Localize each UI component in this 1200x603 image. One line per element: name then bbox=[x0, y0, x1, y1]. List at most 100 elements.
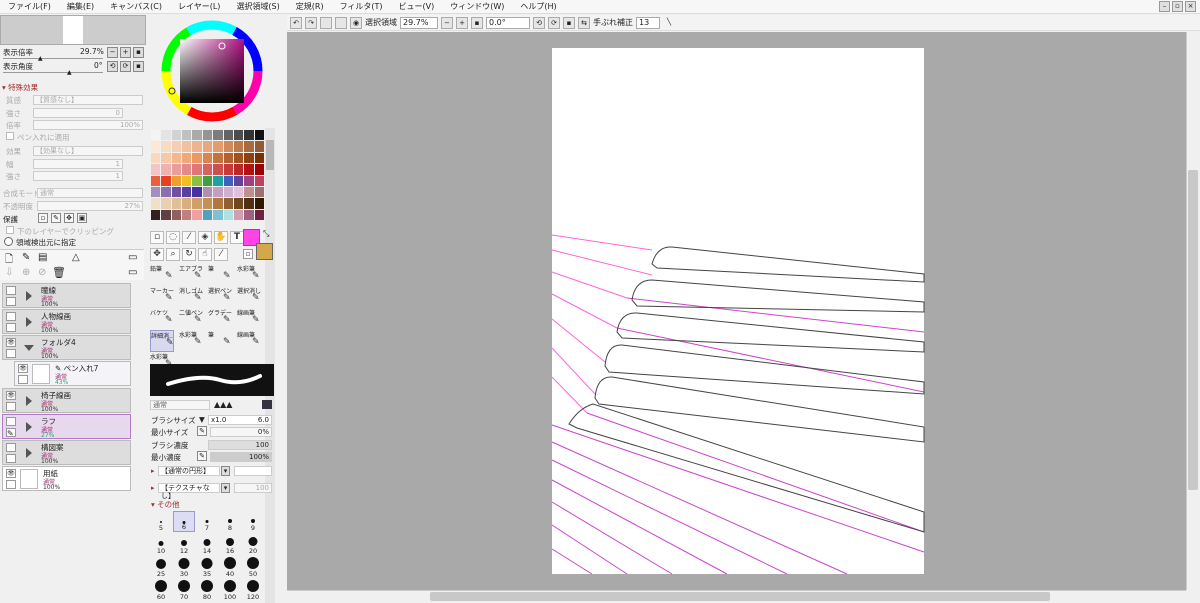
swatch-cell[interactable] bbox=[223, 130, 233, 141]
canvas-drawing[interactable] bbox=[287, 32, 1186, 590]
swatch-cell[interactable] bbox=[244, 130, 254, 141]
opacity-field[interactable]: 27% bbox=[37, 201, 143, 211]
nav-zoom-out-button[interactable]: − bbox=[107, 47, 118, 58]
swatch-cell[interactable] bbox=[254, 130, 264, 141]
strength2-field[interactable]: 1 bbox=[33, 171, 123, 181]
size-preset[interactable]: 120 bbox=[242, 580, 264, 601]
size-preset[interactable]: 50 bbox=[242, 557, 264, 578]
brush-cell[interactable]: バケツ ✎ bbox=[150, 308, 174, 330]
swatch-cell[interactable] bbox=[233, 141, 244, 152]
menu-canvas[interactable]: キャンバス(C) bbox=[102, 1, 170, 12]
swatch-cell[interactable] bbox=[192, 164, 202, 175]
transfer-down-icon[interactable]: ⇩ bbox=[5, 267, 13, 278]
swatch-cell[interactable] bbox=[182, 152, 192, 164]
brush-cell[interactable]: 鉛筆 ✎ bbox=[150, 264, 174, 286]
brush-cell[interactable]: 線画筆 ✎ bbox=[237, 330, 261, 352]
layer-lock-toggle[interactable] bbox=[6, 349, 16, 358]
swatch-cell[interactable] bbox=[254, 198, 264, 209]
brush-cell[interactable]: 二値ペン ✎ bbox=[179, 308, 203, 330]
swatch-cell[interactable] bbox=[182, 164, 192, 175]
rotate-right-button[interactable]: ⟳ bbox=[548, 16, 560, 29]
delete-layer-icon[interactable]: 🗑 bbox=[52, 266, 66, 279]
swatch-cell[interactable] bbox=[182, 198, 192, 209]
size-preset[interactable]: 8 bbox=[219, 511, 241, 532]
swatch-cell[interactable] bbox=[171, 152, 182, 164]
nav-zoom-in-button[interactable]: + bbox=[120, 47, 131, 58]
canvas-area[interactable] bbox=[287, 32, 1186, 590]
zoom-slider-handle[interactable]: ▲ bbox=[38, 55, 43, 62]
folder-collapsed-icon[interactable] bbox=[26, 317, 32, 327]
color-wheel[interactable] bbox=[160, 19, 264, 123]
nav-zoom-reset-button[interactable]: ▪ bbox=[133, 47, 144, 58]
size-preset[interactable]: 35 bbox=[196, 557, 218, 578]
size-preset[interactable]: 9 bbox=[242, 511, 264, 532]
visibility-toggle[interactable] bbox=[6, 417, 16, 426]
folder-collapsed-icon[interactable] bbox=[26, 396, 32, 406]
transparent-color-icon[interactable]: ▫ bbox=[243, 249, 253, 259]
brush-texture-strength[interactable]: 100 bbox=[234, 483, 272, 493]
brush-cell[interactable]: 水彩筆✎ bbox=[179, 330, 203, 352]
swatch-cell[interactable] bbox=[182, 175, 192, 186]
swatch-cell[interactable] bbox=[202, 152, 213, 164]
move-icon[interactable]: ✥ bbox=[150, 248, 164, 261]
swatch-cell[interactable] bbox=[161, 164, 171, 175]
size-preset[interactable]: 7 bbox=[196, 511, 218, 532]
min-density-link-icon[interactable]: ✎ bbox=[197, 451, 207, 461]
background-color[interactable] bbox=[256, 243, 273, 260]
detect-radio[interactable] bbox=[4, 237, 13, 246]
new-folder-icon[interactable]: ▤ bbox=[38, 252, 47, 263]
angle-field[interactable]: 0.0° bbox=[486, 16, 530, 29]
swatch-cell[interactable] bbox=[213, 175, 223, 186]
swatch-cell[interactable] bbox=[182, 130, 192, 141]
swatch-cell[interactable] bbox=[233, 152, 244, 164]
navigator[interactable] bbox=[0, 15, 146, 45]
invert-selection-icon[interactable] bbox=[335, 16, 347, 29]
brush-size-dropdown-icon[interactable]: ▼ bbox=[199, 415, 205, 424]
size-preset[interactable]: 30 bbox=[173, 557, 195, 578]
menu-ruler[interactable]: 定規(R) bbox=[288, 1, 332, 12]
zoom-reset-button[interactable]: ▪ bbox=[471, 16, 483, 29]
merge-down-icon[interactable]: ⊕ bbox=[22, 267, 30, 278]
flip-horizontal-icon[interactable]: ⇆ bbox=[578, 16, 590, 29]
nav-rotate-reset-button[interactable]: ▪ bbox=[133, 61, 144, 72]
swatch-cell[interactable] bbox=[171, 164, 182, 175]
swatch-cell[interactable] bbox=[202, 209, 213, 220]
layer-lock-toggle[interactable] bbox=[6, 402, 16, 411]
swatch-cell[interactable] bbox=[182, 141, 192, 152]
horizontal-scroll-thumb[interactable] bbox=[430, 592, 1050, 601]
protect-paint-icon[interactable]: ✎ bbox=[51, 213, 61, 223]
brush-cell[interactable]: エアブラシ✎ bbox=[179, 264, 203, 286]
menu-selection[interactable]: 選択領域(S) bbox=[228, 1, 287, 12]
swatch-cell[interactable] bbox=[192, 198, 202, 209]
protect-move-icon[interactable]: ✥ bbox=[64, 213, 74, 223]
brush-cell[interactable]: 筆 ✎ bbox=[208, 264, 232, 286]
brush-cell[interactable]: 水彩筆✎ bbox=[237, 264, 261, 286]
swatch-cell[interactable] bbox=[192, 130, 202, 141]
navigator-viewport[interactable] bbox=[63, 16, 83, 44]
swatch-cell[interactable] bbox=[233, 209, 244, 220]
swatch-cell[interactable] bbox=[233, 175, 244, 186]
folder-expanded-icon[interactable] bbox=[24, 345, 34, 351]
rotate-left-button[interactable]: ⟲ bbox=[533, 16, 545, 29]
swatch-cell[interactable] bbox=[192, 152, 202, 164]
swatch-cell[interactable] bbox=[213, 152, 223, 164]
brush-cell[interactable]: 詳細消… ✎ bbox=[150, 330, 174, 352]
deselect-icon[interactable] bbox=[320, 16, 332, 29]
undo-icon[interactable]: ↶ bbox=[290, 16, 302, 29]
swatch-cell[interactable] bbox=[244, 186, 254, 198]
visibility-toggle[interactable]: 👁 bbox=[6, 469, 16, 478]
brush-cell[interactable]: マーカー ✎ bbox=[150, 286, 174, 308]
swatch-cell[interactable] bbox=[233, 198, 244, 209]
folder-collapsed-icon[interactable] bbox=[26, 448, 32, 458]
nav-rotate-left-button[interactable]: ⟲ bbox=[107, 61, 118, 72]
zoom-in-button[interactable]: + bbox=[456, 16, 468, 29]
visibility-toggle[interactable]: 👁 bbox=[18, 364, 28, 373]
brush-cell[interactable]: 筆 ✎ bbox=[208, 330, 232, 352]
folder-collapsed-icon[interactable] bbox=[26, 422, 32, 432]
size-preset[interactable]: 12 bbox=[173, 534, 195, 555]
layer-item-selected[interactable]: ✎ ラフ 通常 27% bbox=[2, 414, 131, 439]
swatch-cell[interactable] bbox=[223, 141, 233, 152]
swatch-cell[interactable] bbox=[202, 130, 213, 141]
swatch-cell[interactable] bbox=[171, 141, 182, 152]
nav-rotate-right-button[interactable]: ⟳ bbox=[120, 61, 131, 72]
